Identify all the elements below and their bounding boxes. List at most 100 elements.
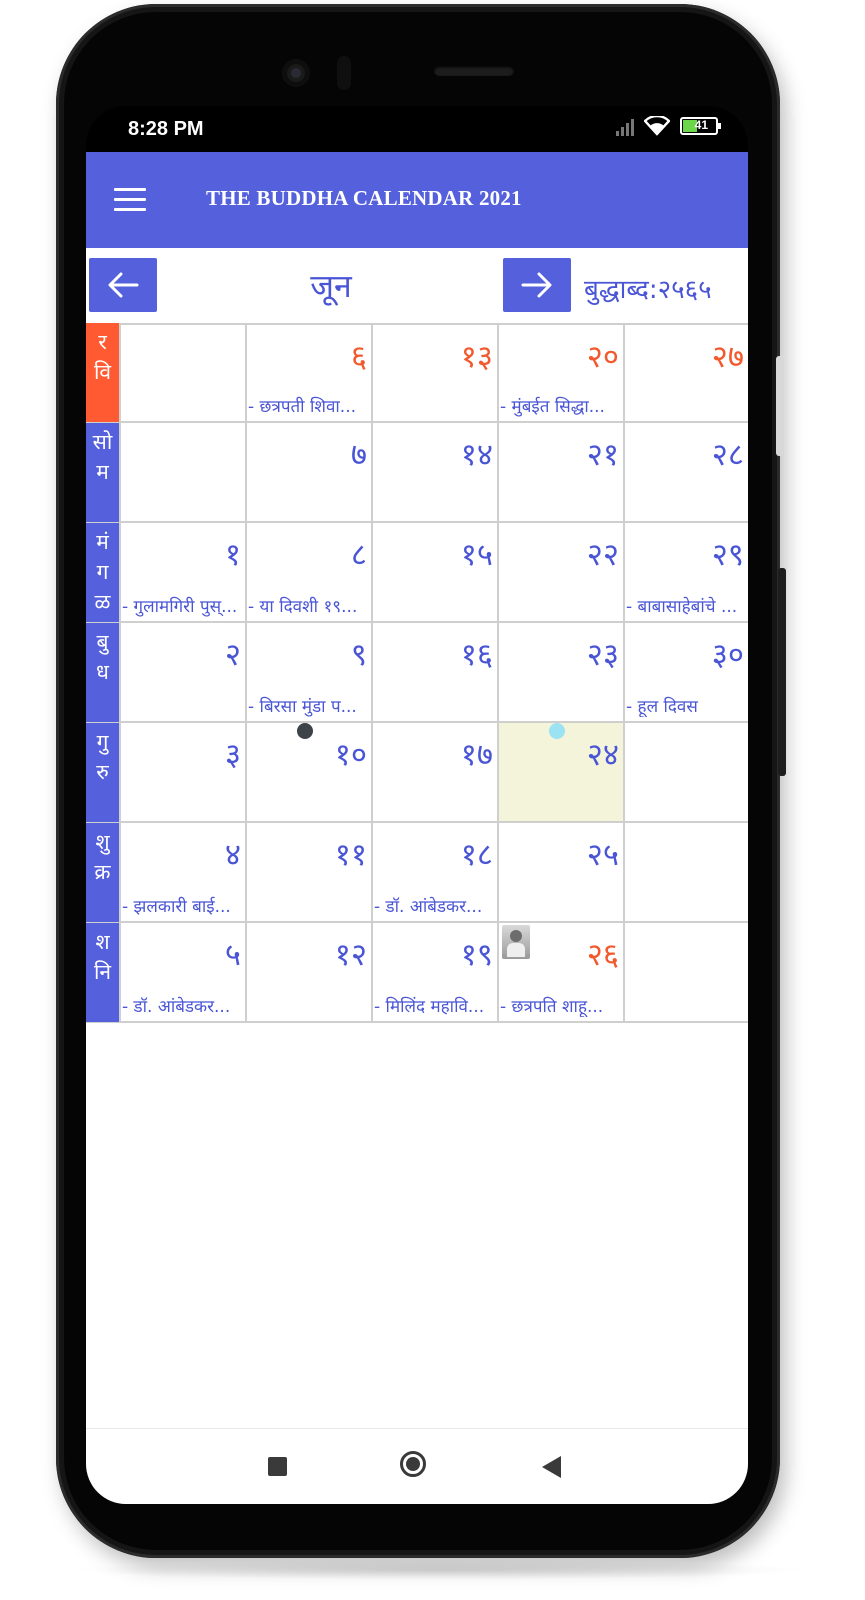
date-number: २५ [586,837,619,873]
date-cell[interactable]: १७ [371,723,497,823]
event-text: - छत्रपति शाहू... [500,997,604,1017]
date-cell[interactable]: ३ [119,723,245,823]
date-cell[interactable]: १९ - मिलिंद महावि... [371,923,497,1023]
date-number: २३ [586,637,619,673]
proximity-sensor [337,56,351,90]
phone-shadow [70,1560,810,1580]
arrow-left-icon [108,272,139,298]
buddhist-era-label: बुद्धाब्द:२५६५ [584,275,712,305]
date-number: ९ [350,637,367,673]
weekday-char: र [98,330,107,354]
date-number: ७ [350,437,367,473]
month-navigation: जून बुद्धाब्द:२५६५ [86,248,748,324]
weekday-char: शु [95,830,110,854]
arrow-right-icon [521,272,552,298]
date-number: ५ [224,937,241,973]
weekday-char: ळ [94,590,111,614]
side-button-highlight [776,356,784,456]
date-cell[interactable]: ८ - या दिवशी १९... [245,523,371,623]
date-number: ३० [711,637,744,673]
weekday-char: बु [96,630,109,654]
date-number: १९ [460,937,493,973]
event-text: - बाबासाहेबांचे ... [626,597,738,617]
date-cell[interactable]: १० [245,723,371,823]
date-number: २ [224,637,241,673]
event-text: - डॉ. आंबेडकर... [122,997,231,1017]
app-title: THE BUDDHA CALENDAR 2021 [206,186,522,210]
event-text: - मुंबईत सिद्धा... [500,397,605,417]
date-number: ११ [334,837,367,873]
event-text: - मिलिंद महावि... [374,997,485,1017]
date-cell[interactable]: १३ [371,323,497,423]
date-cell[interactable]: २३ [497,623,623,723]
date-number: १० [334,737,367,773]
date-number: २० [586,339,619,375]
date-cell[interactable]: ५ - डॉ. आंबेडकर... [119,923,245,1023]
weekday-label: बु ध [86,623,119,723]
hamburger-menu-icon[interactable] [114,188,146,212]
next-month-button[interactable] [503,258,571,312]
calendar-grid: र वि ६- छत्रपती शिवा... १३ २० - मुंबईत सिद्धा… [86,323,748,1024]
date-number: २२ [586,537,619,573]
portrait-thumbnail [502,925,530,959]
date-cell[interactable]: ४ - झलकारी बाई... [119,823,245,923]
date-cell[interactable]: २८ [623,423,748,523]
battery-level: 41 [694,118,708,132]
date-cell[interactable] [623,823,748,923]
date-cell[interactable]: १६ [371,623,497,723]
date-cell[interactable]: २१ [497,423,623,523]
date-number: १६ [460,637,493,673]
weekday-label: मं ग ळ [86,523,119,623]
weekday-char: वि [93,360,112,384]
date-cell[interactable]: ७ [245,423,371,523]
previous-month-button[interactable] [89,258,157,312]
weekday-label: सो म [86,423,119,523]
date-cell[interactable]: १८ - डॉ. आंबेडकर... [371,823,497,923]
date-cell[interactable]: २२ [497,523,623,623]
date-number: २६ [586,937,619,973]
date-cell[interactable]: १४ [371,423,497,523]
home-button[interactable] [400,1451,426,1477]
date-number: २९ [711,537,744,573]
weekday-label: शु क्र [86,823,119,923]
wifi-icon [644,116,670,136]
date-cell[interactable]: ६ - छत्रपती शिवा... [245,323,371,423]
weekday-char: नि [93,960,112,984]
date-number: ६ [350,339,367,375]
date-number: २४ [586,737,619,773]
date-cell[interactable]: १५ [371,523,497,623]
date-cell[interactable]: १२ [245,923,371,1023]
weekday-char: ग [96,560,109,584]
today-date-cell[interactable]: २४ [497,723,623,823]
phone-screen: 8:28 PM 41 THE BUDDHA CALENDAR 2021 जून … [86,106,748,1504]
date-cell[interactable]: २६ - छत्रपति शाहू... [497,923,623,1023]
weekday-char: ध [96,660,109,684]
date-cell[interactable]: १ - गुलामगिरी पुस्... [119,523,245,623]
event-text: - डॉ. आंबेडकर... [374,897,483,917]
date-cell[interactable] [623,723,748,823]
date-number: २७ [711,339,744,375]
weekday-char: मं [96,530,109,554]
date-cell[interactable]: ९ - बिरसा मुंडा प... [245,623,371,723]
date-cell[interactable]: ३० - हूल दिवस [623,623,748,723]
date-cell[interactable]: २५ [497,823,623,923]
date-cell[interactable]: २९ - बाबासाहेबांचे ... [623,523,748,623]
date-cell[interactable] [623,923,748,1023]
front-camera [282,59,310,87]
weekday-char: श [95,930,110,954]
signal-icon [616,116,634,136]
date-cell[interactable]: २० - मुंबईत सिद्धा... [497,323,623,423]
calendar-view: जून बुद्धाब्द:२५६५ र वि ६ - छत्रपती शिवा...… [86,248,748,1428]
date-number: १२ [334,937,367,973]
date-cell[interactable]: ११ [245,823,371,923]
date-cell[interactable] [119,423,245,523]
date-cell[interactable] [119,323,245,423]
event-text: - या दिवशी १९... [248,597,358,617]
weekday-label: श नि [86,923,119,1023]
date-cell[interactable]: २ [119,623,245,723]
date-cell[interactable]: २७ [623,323,748,423]
back-button[interactable] [542,1456,561,1478]
weekday-char: सो [92,430,113,454]
event-text: - हूल दिवस [626,697,698,717]
recent-apps-button[interactable] [268,1457,287,1476]
